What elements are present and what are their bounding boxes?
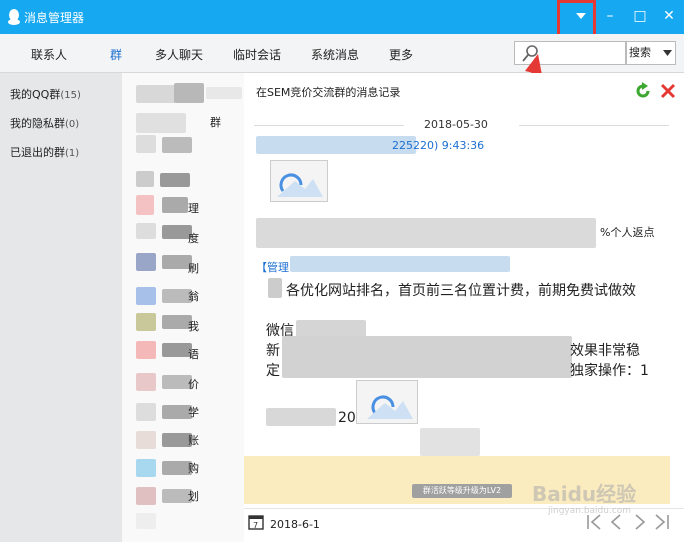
date-separator-label: 2018-05-30 [424, 118, 488, 131]
maximize-button[interactable]: □ [627, 4, 653, 28]
sidebar-item-label: 我的隐私群 [10, 117, 65, 130]
group-fragment: 度 [188, 232, 199, 245]
minimize-button[interactable]: – [597, 4, 623, 28]
group-fragment: 刷 [188, 262, 199, 275]
message-timestamp: 225220) 9:43:36 [392, 139, 485, 152]
group-fragment: 划 [188, 490, 199, 503]
tab-groups[interactable]: 群 [110, 46, 122, 63]
sender-redacted [290, 256, 510, 272]
tab-more[interactable]: 更多 [389, 46, 413, 63]
calendar-icon[interactable]: 7 [248, 514, 264, 530]
sidebar-item-count: (0) [65, 119, 80, 130]
group-fragment: 语 [188, 348, 199, 361]
sidebar-item-label: 已退出的群 [10, 146, 65, 159]
message-line-1: 各优化网站排名，首页前三名位置计费，前期免费试做效 [286, 283, 636, 299]
maximize-icon: □ [633, 8, 647, 24]
tab-temp-chat[interactable]: 临时会话 [233, 46, 281, 63]
group-fragment: 购 [188, 462, 199, 475]
sidebar-item-count: (1) [65, 148, 80, 159]
group-list[interactable] [122, 73, 244, 542]
group-fragment: 群 [210, 116, 221, 129]
sidebar-item-exited-groups[interactable]: 已退出的群(1) [10, 144, 79, 160]
message-line-4a: 定 [266, 363, 280, 379]
redacted-text [268, 278, 282, 298]
image-thumbnail[interactable] [356, 380, 418, 424]
nav-next-icon [635, 514, 646, 530]
message-line-5: 20 [338, 410, 356, 426]
refresh-icon[interactable] [634, 82, 652, 100]
close-icon: ✕ [663, 8, 675, 24]
sidebar-item-my-qq-groups[interactable]: 我的QQ群(15) [10, 86, 81, 102]
chevron-down-icon [663, 50, 672, 56]
watermark-url: jingyan.baidu.com [548, 506, 632, 516]
redacted-text [282, 336, 572, 378]
sidebar-item-count: (15) [60, 90, 81, 101]
group-fragment: 学 [188, 406, 199, 419]
group-fragment: 翁 [188, 290, 199, 303]
group-fragment: 我 [188, 320, 199, 333]
watermark-logo: Baidu经验 [532, 482, 637, 506]
redacted-text [420, 428, 480, 456]
sender-label: 【管理 [256, 261, 289, 274]
tab-system-messages[interactable]: 系统消息 [311, 46, 359, 63]
sidebar-item-label: 我的QQ群 [10, 88, 61, 101]
footer-date: 2018-6-1 [270, 518, 320, 531]
qq-penguin-icon [8, 9, 20, 25]
group-level-notice: 群活跃等级升级为LV2 [412, 484, 512, 498]
close-button[interactable]: ✕ [656, 4, 682, 28]
message-line-4b: 独家操作：1 [570, 363, 649, 379]
message-text-rebate: %个人返点 [600, 226, 655, 239]
group-fragment: 账 [188, 434, 199, 447]
message-line-3b: 效果非常稳 [570, 343, 640, 359]
chat-header-title: 在SEM竞价交流群的消息记录 [256, 86, 401, 99]
nav-last-icon [655, 514, 669, 530]
image-thumbnail-icon [367, 395, 413, 419]
window-title: 消息管理器 [24, 11, 85, 25]
date-separator: 2018-05-30 [254, 118, 669, 132]
search-button-label: 搜索 [629, 46, 651, 59]
group-fragment: 理 [188, 202, 199, 215]
search-button[interactable]: 搜索 [626, 41, 676, 65]
tab-multi-chat[interactable]: 多人聊天 [155, 46, 203, 63]
message-line-3a: 新 [266, 343, 280, 359]
svg-text:7: 7 [253, 521, 258, 530]
group-fragment: 价 [188, 378, 199, 391]
redacted-text [266, 408, 336, 426]
sidebar-item-private-groups[interactable]: 我的隐私群(0) [10, 115, 79, 131]
nav-prev-icon [610, 514, 621, 530]
image-thumbnail-icon [277, 173, 323, 197]
tab-contacts[interactable]: 联系人 [31, 46, 67, 63]
minimize-icon: – [606, 8, 614, 24]
image-thumbnail[interactable] [270, 160, 328, 202]
redacted-text [256, 218, 596, 248]
nav-first-icon [587, 514, 601, 530]
delete-icon[interactable] [660, 82, 676, 100]
